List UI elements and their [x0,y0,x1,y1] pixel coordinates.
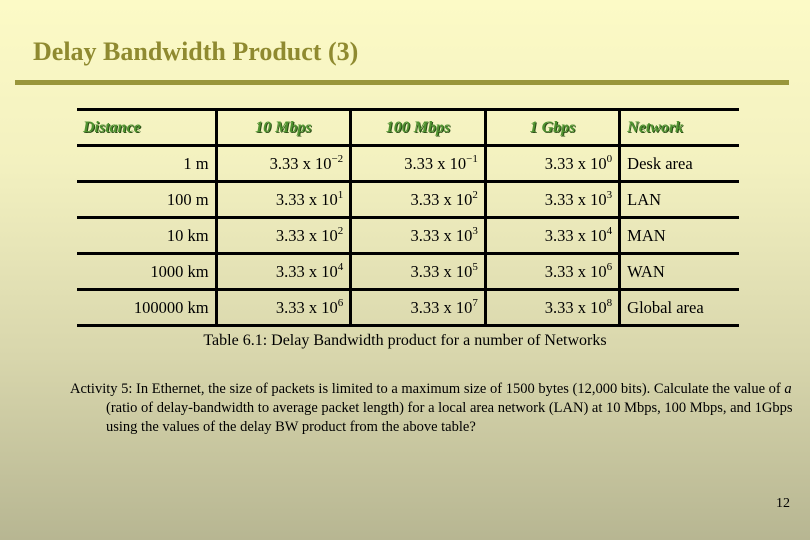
cell-100mbps: 3.33 x 103 [349,216,487,254]
cell-100mbps: 3.33 x 10−1 [349,144,487,182]
table-row: 100000 km 3.33 x 106 3.33 x 107 3.33 x 1… [77,288,739,327]
table-row: 100 m 3.33 x 101 3.33 x 102 3.33 x 103 L… [77,180,739,218]
cell-10mbps: 3.33 x 10−2 [214,144,353,182]
cell-100mbps: 3.33 x 105 [349,252,487,290]
table-row: 1000 km 3.33 x 104 3.33 x 105 3.33 x 106… [77,252,739,290]
cell-10mbps: 3.33 x 106 [214,288,353,327]
cell-network: Desk area [618,144,739,182]
delay-bandwidth-table: Distance 10 Mbps 100 Mbps 1 Gbps Network… [77,108,739,327]
cell-100mbps: 3.33 x 102 [349,180,487,218]
cell-1gbps: 3.33 x 108 [483,288,622,327]
variable-a: a [784,381,792,397]
cell-distance: 1 m [77,144,218,182]
cell-1gbps: 3.33 x 104 [483,216,622,254]
header-100mbps: 100 Mbps [349,108,487,146]
cell-network: LAN [618,180,739,218]
header-distance: Distance [77,108,218,146]
cell-network: Global area [618,288,739,327]
title-divider [15,80,789,85]
cell-distance: 100000 km [77,288,218,327]
cell-100mbps: 3.33 x 107 [349,288,487,327]
cell-distance: 100 m [77,180,218,218]
cell-10mbps: 3.33 x 104 [214,252,353,290]
cell-1gbps: 3.33 x 106 [483,252,622,290]
table-header-row: Distance 10 Mbps 100 Mbps 1 Gbps Network [77,108,739,146]
table-caption: Table 6.1: Delay Bandwidth product for a… [203,332,607,349]
header-network: Network [618,108,739,146]
table-row: 10 km 3.33 x 102 3.33 x 103 3.33 x 104 M… [77,216,739,254]
header-10mbps: 10 Mbps [214,108,353,146]
cell-distance: 1000 km [77,252,218,290]
activity-text: Activity 5: In Ethernet, the size of pac… [70,381,793,435]
cell-network: WAN [618,252,739,290]
slide-title: Delay Bandwidth Product (3) [33,37,359,66]
page-number: 12 [776,496,790,511]
table-row: 1 m 3.33 x 10−2 3.33 x 10−1 3.33 x 100 D… [77,144,739,182]
cell-1gbps: 3.33 x 103 [483,180,622,218]
cell-1gbps: 3.33 x 100 [483,144,622,182]
cell-network: MAN [618,216,739,254]
cell-10mbps: 3.33 x 101 [214,180,353,218]
cell-10mbps: 3.33 x 102 [214,216,353,254]
cell-distance: 10 km [77,216,218,254]
header-1gbps: 1 Gbps [483,108,622,146]
